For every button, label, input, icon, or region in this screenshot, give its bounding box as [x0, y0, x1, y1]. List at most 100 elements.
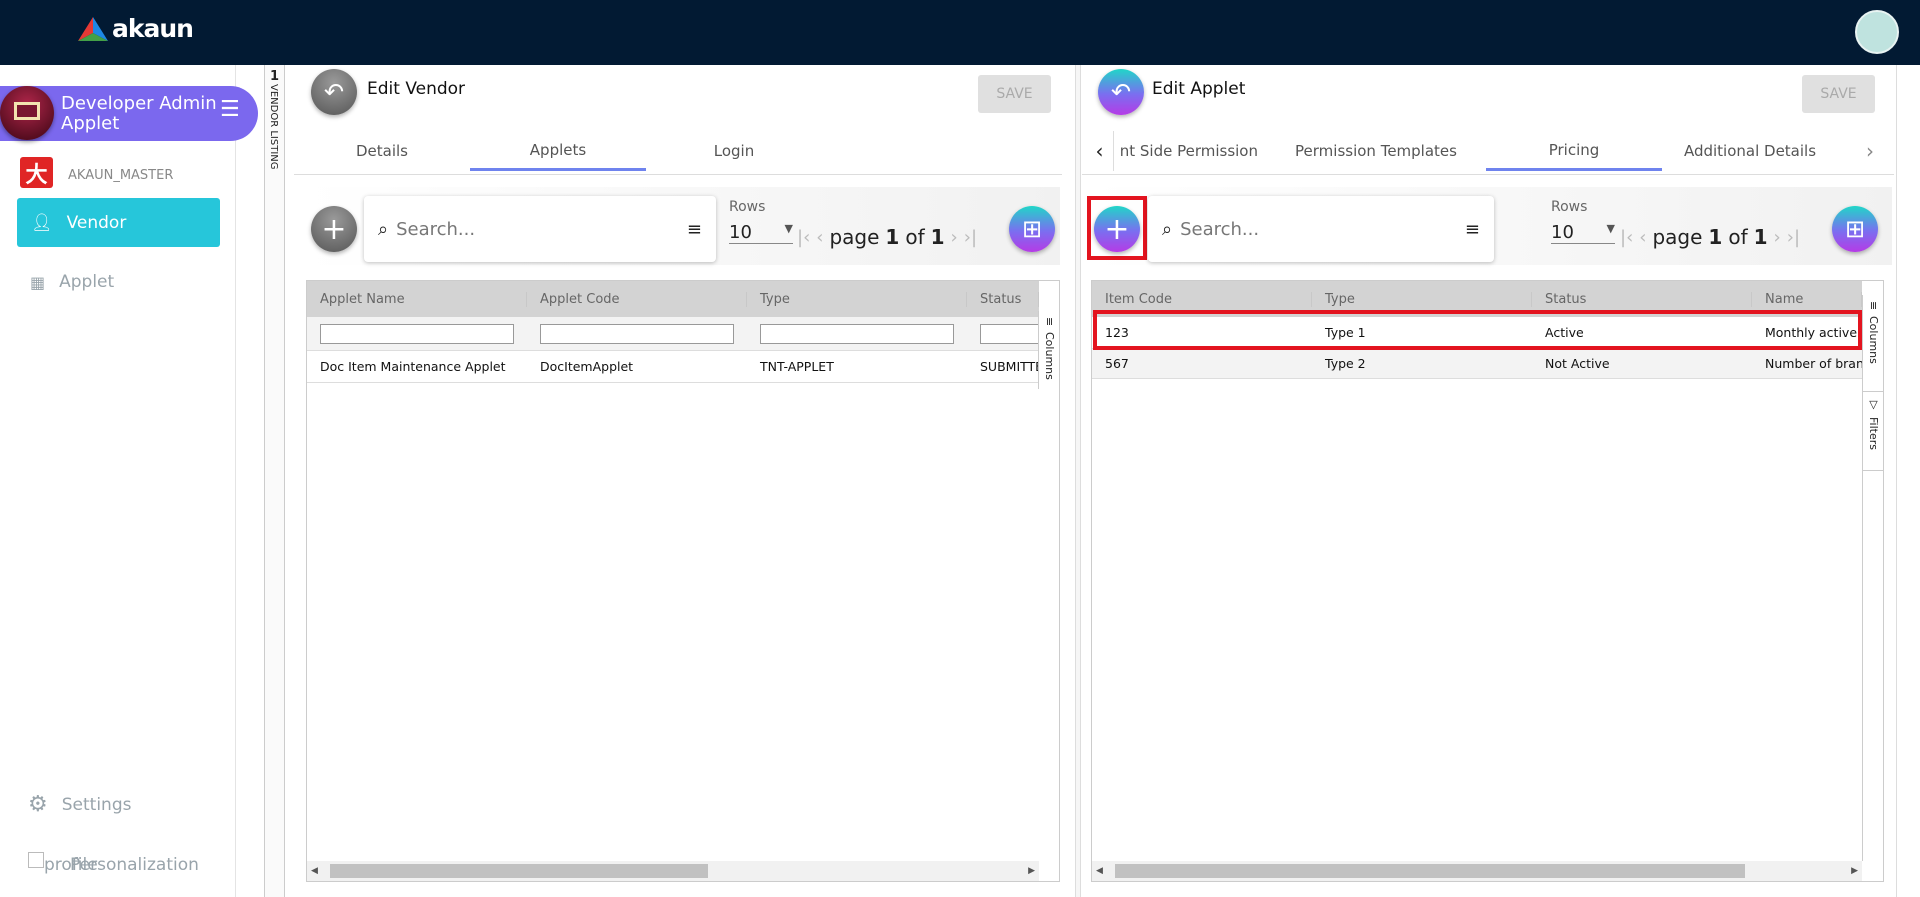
tab-pricing[interactable]: Pricing	[1486, 131, 1662, 171]
grid-icon: ⊞	[1844, 215, 1866, 243]
page-number: 1	[885, 225, 900, 249]
tab-details[interactable]: Details	[294, 131, 470, 171]
column-header[interactable]: Status	[967, 291, 1039, 307]
of-word: of	[905, 225, 925, 249]
grid-view-button[interactable]: ⊞	[1009, 206, 1055, 252]
filter-row	[307, 317, 1039, 351]
total-pages: 1	[930, 225, 945, 249]
filter-icon[interactable]: ≡	[1465, 219, 1480, 240]
column-header[interactable]: Type	[1312, 291, 1532, 307]
profile-image-placeholder	[28, 852, 44, 868]
monitor-icon	[0, 86, 54, 140]
tab-additional-details[interactable]: Additional Details	[1662, 131, 1838, 171]
filter-input[interactable]	[320, 323, 514, 344]
column-header[interactable]: Type	[747, 291, 967, 307]
page-title: Edit Applet	[1152, 79, 1246, 99]
next-page-icon[interactable]: ›	[1774, 227, 1781, 248]
prev-page-icon[interactable]: ‹	[816, 227, 823, 248]
highlight-row	[1093, 310, 1862, 350]
dropdown-icon: ▼	[1606, 222, 1615, 235]
listing-label: VENDOR LISTING	[268, 84, 279, 170]
filter-icon[interactable]: ≡	[687, 219, 702, 240]
sidebar-item-vendor[interactable]: 👤︎ Vendor	[17, 198, 220, 247]
save-button[interactable]: SAVE	[978, 75, 1051, 113]
first-page-icon[interactable]: |‹	[797, 227, 810, 248]
filters-side-tab[interactable]: ▽ Filters	[1862, 391, 1883, 471]
logo-mark-icon	[78, 16, 108, 41]
tab-client-side-permission[interactable]: nt Side Permission	[1114, 131, 1264, 171]
vendor-listing-strip[interactable]: 1 VENDOR LISTING	[264, 65, 285, 897]
filter-input[interactable]	[760, 323, 954, 344]
cell-item-code: 567	[1105, 356, 1129, 371]
tab-scroll-right-icon[interactable]: ›	[1866, 131, 1874, 171]
sidebar-item-applet[interactable]: ▦ Applet	[30, 272, 114, 292]
columns-side-tab[interactable]: ≡ Columns	[1038, 311, 1059, 389]
rows-value: 10	[1551, 222, 1574, 243]
columns-icon: ≡	[1043, 317, 1056, 327]
cell-name: Number of bran	[1765, 356, 1862, 371]
listing-count: 1	[269, 69, 280, 84]
applet-title: Developer Admin Applet	[61, 93, 217, 134]
collapse-menu-icon[interactable]: ☰	[220, 99, 240, 121]
column-header[interactable]: Applet Code	[527, 291, 747, 307]
back-button[interactable]: ↶	[1098, 69, 1144, 115]
tab-scroll-left-icon[interactable]: ‹	[1086, 131, 1114, 171]
logo-text: akaun	[112, 14, 194, 43]
personalization-label[interactable]: Personalization	[70, 855, 199, 875]
grid-icon: ⊞	[1021, 215, 1043, 243]
filter-icon: ▽	[1867, 398, 1880, 411]
horizontal-scrollbar[interactable]: ◀ ▶	[307, 861, 1039, 881]
applets-table: Applet Name Applet Code Type Status Doc …	[306, 280, 1060, 882]
sidebar-item-settings[interactable]: ⚙ Settings	[28, 792, 131, 817]
rows-select[interactable]: 10 ▼	[729, 222, 793, 244]
cell-type: Type 2	[1325, 356, 1366, 371]
table-row[interactable]: 567 Type 2 Not Active Number of bran	[1092, 349, 1862, 379]
panel-divider[interactable]	[1075, 65, 1081, 897]
first-page-icon[interactable]: |‹	[1620, 227, 1633, 248]
back-arrow-icon: ↶	[323, 78, 345, 106]
back-button[interactable]: ↶	[311, 69, 357, 115]
rows-select[interactable]: 10 ▼	[1551, 222, 1615, 244]
tab-applets[interactable]: Applets	[470, 131, 646, 171]
of-word: of	[1728, 225, 1748, 249]
horizontal-scrollbar[interactable]: ◀ ▶	[1092, 861, 1862, 881]
search-input[interactable]: ⌕ Search... ≡	[364, 196, 716, 262]
pagination: |‹ ‹ page 1 of 1 › ›|	[797, 225, 977, 249]
akaun-logo[interactable]: akaun	[78, 14, 194, 43]
right-edge	[1896, 65, 1897, 897]
pricing-table: Item Code Type Status Name 123 Type 1 Ac…	[1091, 280, 1884, 882]
prev-page-icon[interactable]: ‹	[1639, 227, 1646, 248]
columns-icon: ≡	[1867, 301, 1880, 311]
save-button[interactable]: SAVE	[1802, 75, 1875, 113]
scroll-thumb[interactable]	[329, 864, 708, 878]
cell-status: SUBMITTED	[980, 359, 1039, 374]
last-page-icon[interactable]: ›|	[1787, 227, 1800, 248]
back-arrow-icon: ↶	[1110, 78, 1132, 106]
column-header[interactable]: Item Code	[1092, 291, 1312, 307]
grid-view-button[interactable]: ⊞	[1832, 206, 1878, 252]
rows-label: Rows	[1551, 199, 1588, 215]
search-placeholder: Search...	[1180, 218, 1260, 240]
sidebar-item-label: Applet	[59, 272, 115, 292]
search-icon: ⌕	[1162, 218, 1173, 240]
next-page-icon[interactable]: ›	[951, 227, 958, 248]
filter-input[interactable]	[980, 323, 1039, 344]
column-header[interactable]: Applet Name	[307, 291, 527, 307]
column-header[interactable]: Name	[1752, 291, 1862, 307]
table-row[interactable]: Doc Item Maintenance Applet DocItemApple…	[307, 351, 1039, 383]
cell-applet-name: Doc Item Maintenance Applet	[320, 359, 506, 374]
search-input[interactable]: ⌕ Search... ≡	[1148, 196, 1494, 262]
add-button[interactable]: +	[311, 206, 357, 252]
filter-input[interactable]	[540, 323, 734, 344]
columns-side-tab[interactable]: ≡ Columns	[1862, 295, 1883, 391]
last-page-icon[interactable]: ›|	[964, 227, 977, 248]
user-avatar[interactable]	[1855, 10, 1899, 54]
dropdown-icon: ▼	[784, 222, 793, 235]
page-word: page	[829, 225, 880, 249]
org-name[interactable]: AKAUN_MASTER	[68, 168, 173, 183]
scroll-thumb[interactable]	[1114, 864, 1745, 878]
tab-permission-templates[interactable]: Permission Templates	[1288, 131, 1464, 171]
column-header[interactable]: Status	[1532, 291, 1752, 307]
tab-login[interactable]: Login	[646, 131, 822, 171]
add-button[interactable]: +	[1094, 206, 1140, 252]
